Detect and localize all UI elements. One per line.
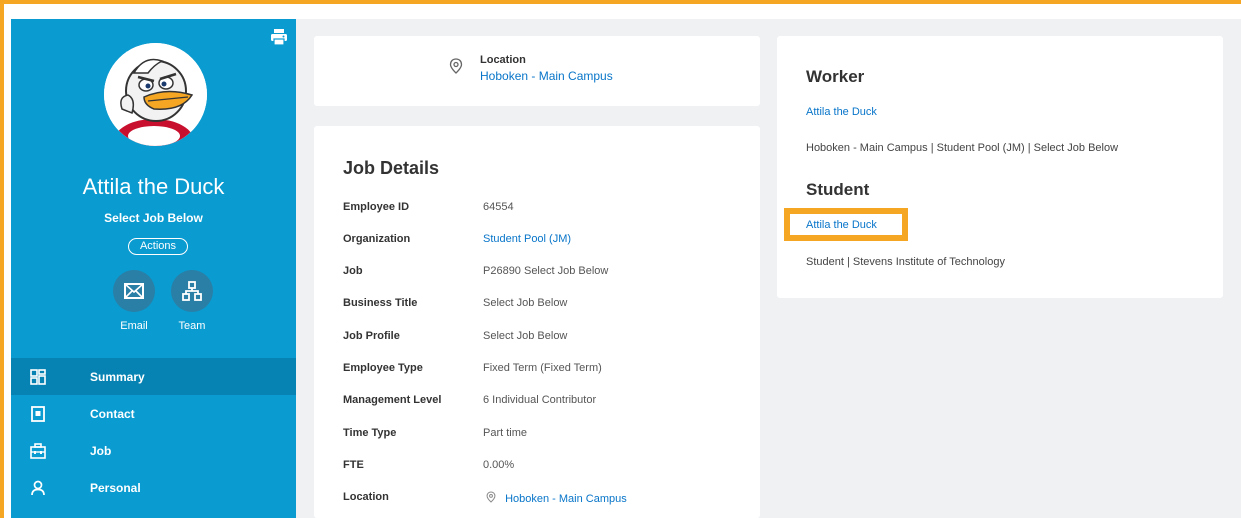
sidebar-item-summary[interactable]: Summary	[11, 358, 296, 395]
worker-job-subtitle: Select Job Below	[104, 211, 203, 225]
sidebar-item-label: Contact	[90, 406, 135, 421]
contact-card-icon	[29, 405, 47, 423]
organization-link[interactable]: Student Pool (JM)	[483, 233, 571, 245]
roles-card: Worker Attila the Duck Hoboken - Main Ca…	[777, 36, 1223, 298]
team-quick-action[interactable]: Team	[162, 270, 222, 332]
profile-sidebar: Attila the Duck Select Job Below Actions…	[11, 19, 296, 518]
detail-label: Location	[343, 491, 389, 503]
sidebar-item-personal[interactable]: Personal	[11, 469, 296, 506]
detail-value: Part time	[483, 427, 528, 439]
detail-location-label: Hoboken - Main Campus	[505, 493, 627, 505]
detail-row-employee-type: Employee Type Fixed Term (Fixed Term)	[343, 362, 753, 382]
location-link[interactable]: Hoboken - Main Campus	[480, 69, 613, 83]
avatar	[104, 43, 207, 146]
detail-label: Time Type	[343, 427, 397, 439]
sidebar-item-label: Personal	[90, 480, 141, 495]
detail-value: 64554	[483, 201, 514, 213]
printer-icon[interactable]	[269, 27, 289, 47]
job-details-card: Job Details Employee ID 64554 Organizati…	[314, 126, 760, 518]
sidebar-item-label: Summary	[90, 369, 145, 384]
grid-icon	[29, 368, 47, 386]
team-label: Team	[178, 320, 206, 332]
detail-row-time-type: Time Type Part time	[343, 427, 753, 447]
sidebar-item-label: Job	[90, 443, 112, 458]
detail-row-job: Job P26890 Select Job Below	[343, 265, 753, 285]
detail-label: Job	[343, 265, 363, 277]
location-title: Location	[480, 54, 526, 66]
email-label: Email	[120, 320, 148, 332]
worker-name: Attila the Duck	[82, 174, 225, 199]
worker-profile-app: Attila the Duck Select Job Below Actions…	[11, 19, 1241, 518]
detail-label: FTE	[343, 459, 364, 471]
detail-value: Select Job Below	[483, 297, 568, 309]
detail-row-employee-id: Employee ID 64554	[343, 201, 753, 221]
detail-label: Organization	[343, 233, 411, 245]
student-link-highlight	[784, 208, 908, 241]
location-pin-icon	[449, 58, 463, 79]
location-pin-icon	[486, 491, 496, 503]
envelope-icon	[113, 270, 155, 312]
worker-heading: Worker	[806, 67, 865, 86]
email-quick-action[interactable]: Email	[104, 270, 164, 332]
detail-label: Employee Type	[343, 362, 423, 374]
detail-value: P26890 Select Job Below	[483, 265, 609, 277]
detail-value: Fixed Term (Fixed Term)	[483, 362, 602, 374]
worker-info: Hoboken - Main Campus | Student Pool (JM…	[806, 142, 1119, 154]
detail-row-organization: Organization Student Pool (JM)	[343, 233, 753, 253]
detail-row-location: Location Hoboken - Main Campus	[343, 491, 753, 511]
person-icon	[29, 479, 47, 497]
location-card: Location Hoboken - Main Campus	[314, 36, 760, 106]
detail-value: 6 Individual Contributor	[483, 394, 597, 406]
detail-label: Job Profile	[343, 330, 400, 342]
detail-label: Management Level	[343, 394, 442, 406]
worker-link[interactable]: Attila the Duck	[806, 106, 877, 118]
org-chart-icon	[171, 270, 213, 312]
student-info: Student | Stevens Institute of Technolog…	[806, 256, 1005, 268]
detail-row-job-profile: Job Profile Select Job Below	[343, 330, 753, 350]
sidebar-item-job[interactable]: Job	[11, 432, 296, 469]
student-heading: Student	[806, 180, 870, 199]
detail-label: Business Title	[343, 297, 418, 309]
detail-value: 0.00%	[483, 459, 515, 471]
detail-value: Select Job Below	[483, 330, 568, 342]
actions-button[interactable]: Actions	[128, 238, 188, 255]
detail-label: Employee ID	[343, 201, 410, 213]
detail-row-management-level: Management Level 6 Individual Contributo…	[343, 394, 753, 414]
detail-location-link[interactable]: Hoboken - Main Campus	[486, 491, 627, 505]
briefcase-icon	[29, 442, 47, 460]
detail-row-fte: FTE 0.00%	[343, 459, 753, 479]
sidebar-item-contact[interactable]: Contact	[11, 395, 296, 432]
sidebar-nav: Summary Contact Job Personal	[11, 358, 296, 506]
detail-row-business-title: Business Title Select Job Below	[343, 297, 753, 317]
job-details-title: Job Details	[343, 158, 440, 178]
